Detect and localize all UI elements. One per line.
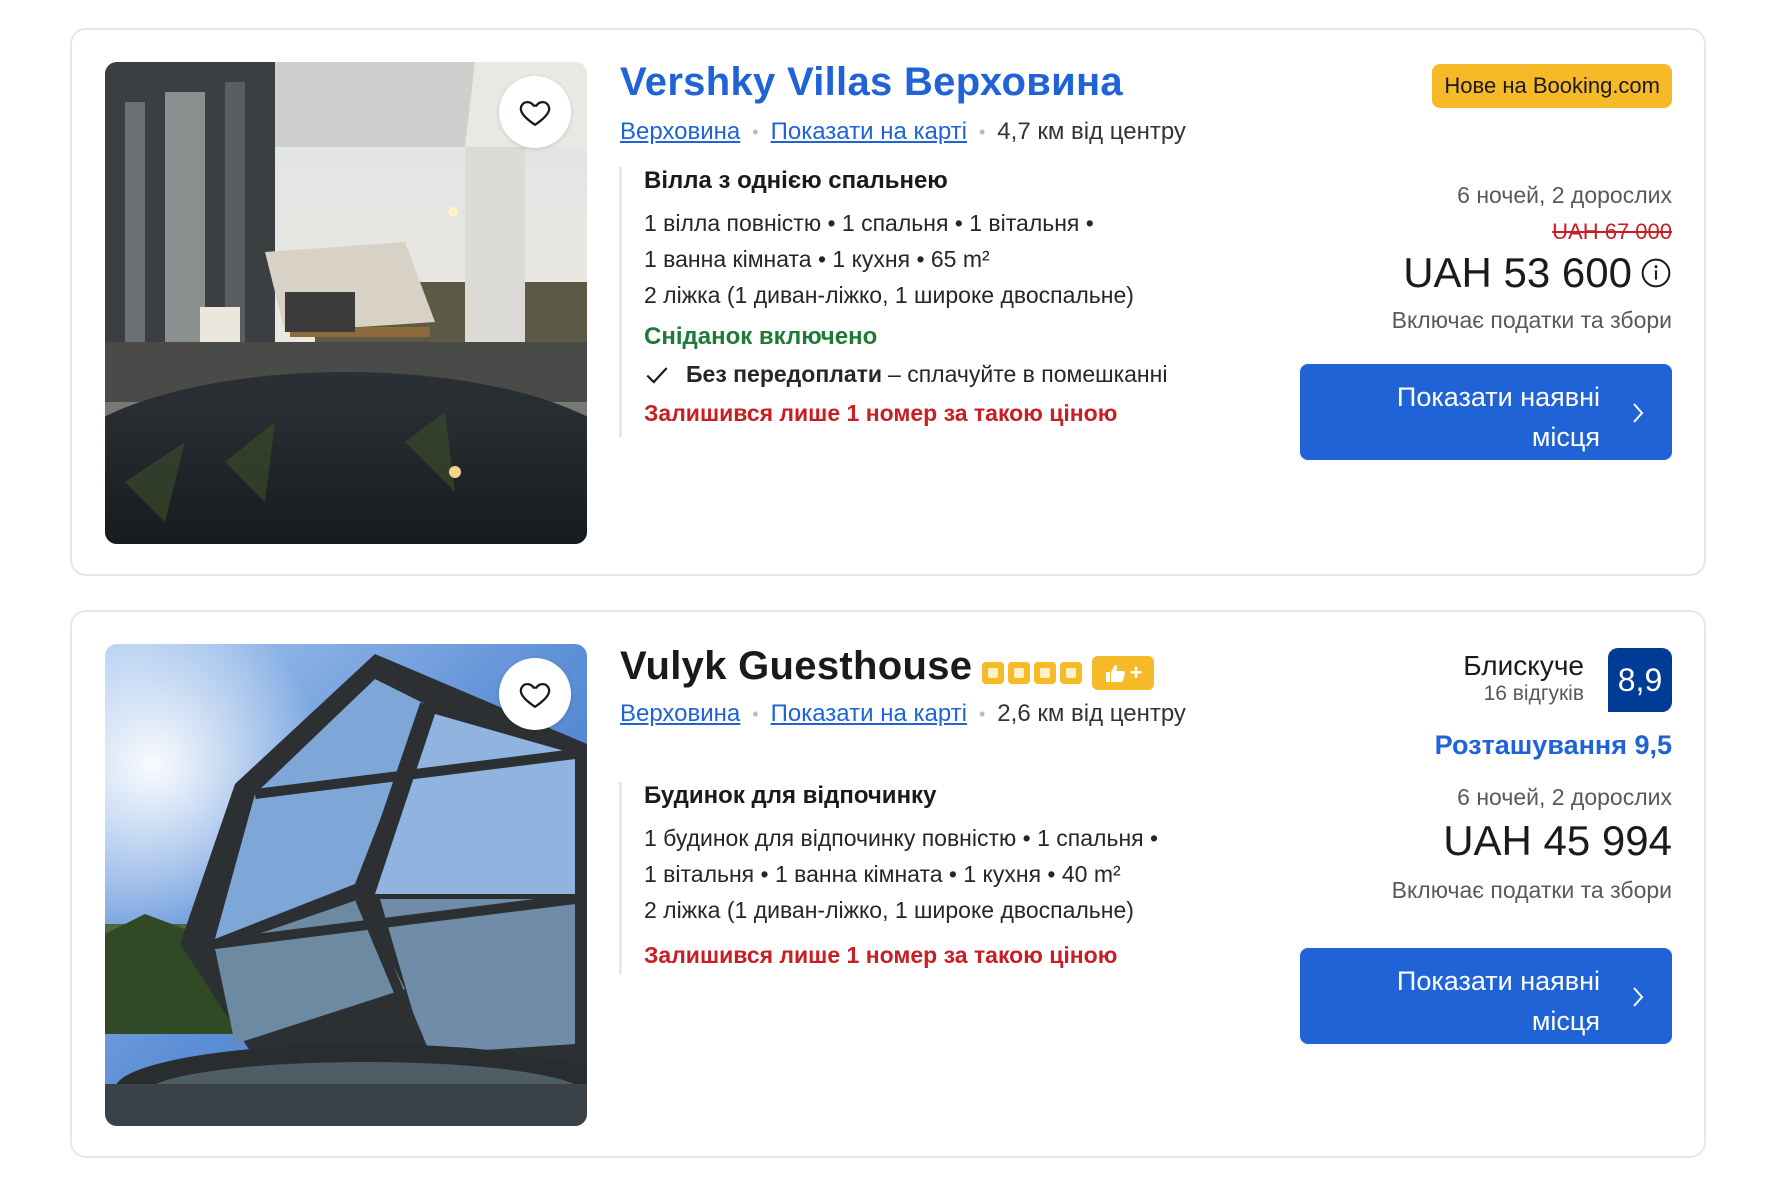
favorite-button[interactable] xyxy=(499,76,571,148)
checkmark-icon xyxy=(646,366,668,384)
button-label: Показати наявні місця xyxy=(1330,377,1600,457)
property-title[interactable]: Vershky Villas Верховина xyxy=(620,60,1123,105)
no-prepayment-text: – сплачуйте в помешканні xyxy=(888,361,1168,387)
rating-word: Блискуче xyxy=(1463,650,1584,681)
city-link[interactable]: Верховина xyxy=(620,118,740,146)
city-link[interactable]: Верховина xyxy=(620,700,740,728)
button-label-line: Показати наявні xyxy=(1396,382,1600,412)
scarcity-message: Залишився лише 1 номер за такою ціною xyxy=(644,400,1118,426)
room-type: Вілла з однією спальнею xyxy=(644,167,948,194)
location-line: Верховина • Показати на карті • 2,6 км в… xyxy=(620,700,1186,728)
original-price: UAH 67 000 xyxy=(1552,219,1672,244)
review-summary[interactable]: Блискуче 16 відгуків xyxy=(1463,650,1584,706)
new-on-booking-badge: Нове на Booking.com xyxy=(1432,64,1672,108)
distance-text: 2,6 км від центру xyxy=(997,700,1186,727)
review-count: 16 відгуків xyxy=(1483,682,1584,705)
property-photo[interactable] xyxy=(105,644,587,1126)
room-detail-line: 1 ванна кімната • 1 кухня • 65 m² xyxy=(644,246,990,272)
stay-summary: 6 ночей, 2 дорослих xyxy=(1457,182,1672,208)
star-icon xyxy=(1034,662,1056,684)
preferred-partner-icon[interactable]: + xyxy=(1092,656,1154,690)
show-on-map-link[interactable]: Показати на карті xyxy=(771,700,967,728)
separator-dot: • xyxy=(978,121,986,142)
taxes-note: Включає податки та збори xyxy=(1391,307,1672,333)
no-prepayment: Без передоплати – сплачуйте в помешканні xyxy=(644,361,1167,388)
separator-dot: • xyxy=(752,703,759,724)
separator-dot: • xyxy=(752,121,759,142)
current-price-row: UAH 53 600 xyxy=(1392,249,1672,297)
room-detail-line: 1 вітальня • 1 ванна кімната • 1 кухня •… xyxy=(644,861,1121,887)
room-details: Будинок для відпочинку 1 будинок для від… xyxy=(619,782,1158,974)
show-availability-button[interactable]: Показати наявні місця xyxy=(1300,948,1672,1044)
plus-icon: + xyxy=(1129,660,1143,685)
star-icon xyxy=(982,662,1004,684)
current-price: UAH 45 994 xyxy=(1443,817,1672,864)
property-title[interactable]: Vulyk Guesthouse xyxy=(620,644,972,689)
chevron-right-icon xyxy=(1633,403,1644,423)
star-icon xyxy=(1008,662,1030,684)
price-block: 6 ночей, 2 дорослих UAH 67 000 UAH 53 60… xyxy=(1392,182,1672,334)
separator-dot: • xyxy=(978,703,986,724)
heart-icon xyxy=(519,682,551,709)
show-availability-button[interactable]: Показати наявні місця xyxy=(1300,364,1672,460)
favorite-button[interactable] xyxy=(499,658,571,730)
breakfast-included: Сніданок включено xyxy=(644,323,878,350)
taxes-note: Включає податки та збори xyxy=(1391,877,1672,903)
location-score: Розташування 9,5 xyxy=(1435,730,1672,761)
button-label-line: місця xyxy=(1531,422,1600,452)
room-detail-line: 2 ліжка (1 диван-ліжко, 1 широке двоспал… xyxy=(644,897,1134,923)
button-label: Показати наявні місця xyxy=(1330,961,1600,1041)
button-label-line: місця xyxy=(1531,1006,1600,1036)
room-detail-line: 1 вілла повністю • 1 спальня • 1 вітальн… xyxy=(644,210,1094,236)
heart-icon xyxy=(519,100,551,127)
property-card: Vershky Villas Верховина Верховина • Пок… xyxy=(70,28,1706,576)
property-photo[interactable] xyxy=(105,62,587,544)
scarcity-message: Залишився лише 1 номер за такою ціною xyxy=(644,942,1118,968)
property-card: Vulyk Guesthouse + Верховина • Показати … xyxy=(70,610,1706,1158)
current-price: UAH 53 600 xyxy=(1403,249,1632,296)
price-block: 6 ночей, 2 дорослих UAH 45 994 Включає п… xyxy=(1392,784,1672,904)
star-rating: + xyxy=(982,656,1154,690)
room-detail-line: 1 будинок для відпочинку повністю • 1 сп… xyxy=(644,825,1159,851)
distance-text: 4,7 км від центру xyxy=(997,118,1186,145)
review-score-badge[interactable]: 8,9 xyxy=(1608,648,1672,712)
button-label-line: Показати наявні xyxy=(1396,966,1600,996)
chevron-right-icon xyxy=(1633,987,1644,1007)
stay-summary: 6 ночей, 2 дорослих xyxy=(1457,784,1672,810)
thumbs-up-icon xyxy=(1105,665,1125,682)
location-score-text: Розташування 9,5 xyxy=(1434,730,1672,760)
info-icon[interactable] xyxy=(1640,257,1672,289)
star-icon xyxy=(1060,662,1082,684)
room-detail-line: 2 ліжка (1 диван-ліжко, 1 широке двоспал… xyxy=(644,282,1134,308)
room-type: Будинок для відпочинку xyxy=(644,782,937,809)
no-prepayment-bold: Без передоплати xyxy=(686,361,883,387)
room-details: Вілла з однією спальнею 1 вілла повністю… xyxy=(619,167,1167,437)
location-line: Верховина • Показати на карті • 4,7 км в… xyxy=(620,118,1186,146)
show-on-map-link[interactable]: Показати на карті xyxy=(771,118,967,146)
